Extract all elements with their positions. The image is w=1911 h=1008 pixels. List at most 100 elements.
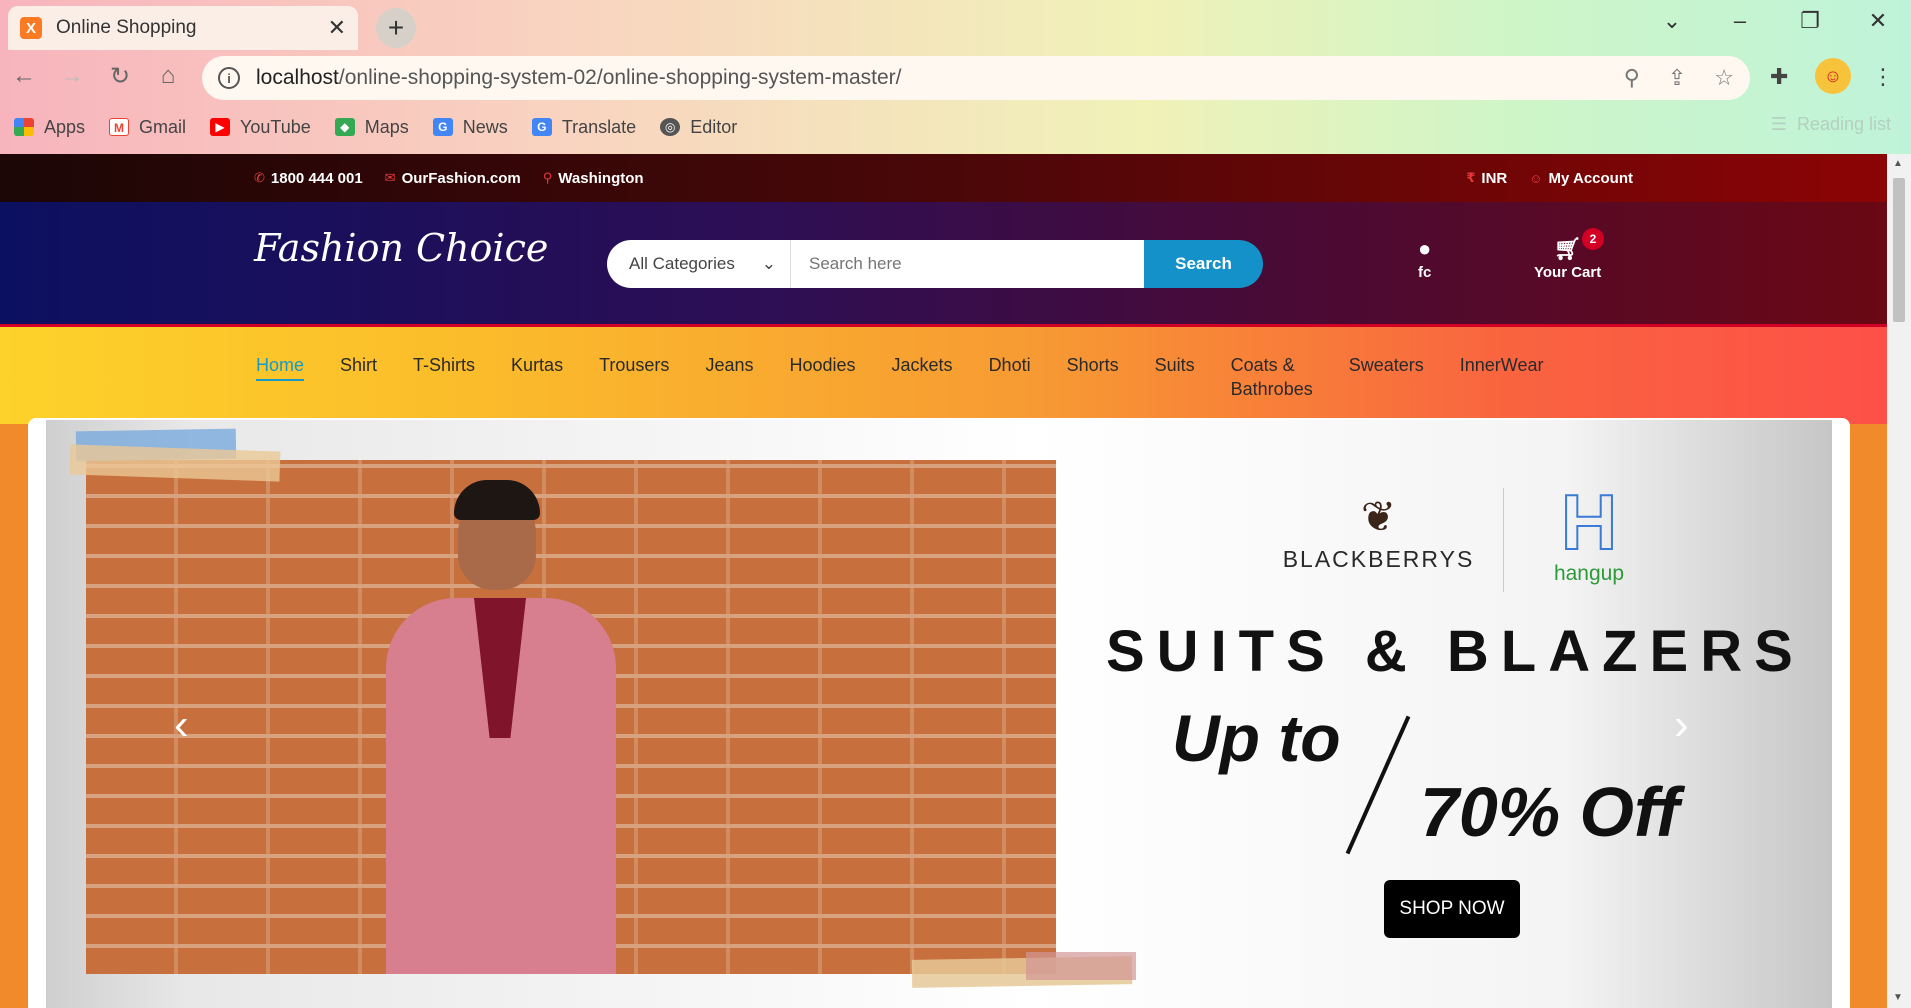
model-figure <box>376 480 626 974</box>
tape-decoration <box>1026 952 1136 980</box>
bookmark-label: YouTube <box>240 116 311 137</box>
browser-chrome: X Online Shopping ✕ + ⌄ – ❐ ✕ ← → ↻ ⌂ i … <box>0 0 1911 154</box>
nav-dhoti[interactable]: Dhoti <box>989 353 1031 401</box>
main-navigation: Home Shirt T-Shirts Kurtas Trousers Jean… <box>0 324 1887 424</box>
github-label: fc <box>1418 264 1432 281</box>
nav-jackets[interactable]: Jackets <box>892 353 953 401</box>
tab-search-chevron-icon[interactable]: ⌄ <box>1652 8 1692 34</box>
search-button[interactable]: Search <box>1144 240 1263 288</box>
scroll-up-icon[interactable]: ▲ <box>1893 158 1903 169</box>
bookmark-apps[interactable]: Apps <box>14 117 85 138</box>
phone-icon: ✆ <box>254 170 265 185</box>
nav-shirt[interactable]: Shirt <box>340 353 377 401</box>
close-tab-icon[interactable]: ✕ <box>328 15 346 41</box>
envelope-icon: ✉ <box>384 170 396 185</box>
restore-button[interactable]: ❐ <box>1790 8 1830 34</box>
nav-coats-bathrobes[interactable]: Coats & Bathrobes <box>1231 353 1313 401</box>
nav-hoodies[interactable]: Hoodies <box>789 353 855 401</box>
nav-shorts[interactable]: Shorts <box>1067 353 1119 401</box>
new-tab-button[interactable]: + <box>376 8 416 48</box>
nav-jeans[interactable]: Jeans <box>705 353 753 401</box>
github-link[interactable]: ● fc <box>1418 236 1431 281</box>
address-bar[interactable]: i localhost/online-shopping-system-02/on… <box>202 56 1750 100</box>
nav-trousers[interactable]: Trousers <box>599 353 669 401</box>
bookmark-youtube[interactable]: ▶ YouTube <box>210 117 311 138</box>
scroll-thumb[interactable] <box>1893 178 1905 322</box>
bookmark-star-icon[interactable]: ☆ <box>1714 65 1734 91</box>
banner-offer: 70% Off <box>1420 773 1680 851</box>
shop-now-button[interactable]: SHOP NOW <box>1384 880 1520 938</box>
reading-list-icon: ☰ <box>1770 114 1787 134</box>
nav-tshirts[interactable]: T-Shirts <box>413 353 475 401</box>
youtube-icon: ▶ <box>210 118 231 136</box>
url-text[interactable]: localhost/online-shopping-system-02/onli… <box>256 66 901 90</box>
site-header: Fashion Choice All Categories ⌄ Search ● … <box>0 202 1887 324</box>
browser-tab[interactable]: X Online Shopping ✕ <box>8 6 358 50</box>
bookmark-label: News <box>462 116 508 137</box>
share-icon[interactable]: ⇪ <box>1668 65 1686 91</box>
cart-label: Your Cart <box>1534 264 1602 281</box>
profile-avatar[interactable]: ☺ <box>1815 58 1851 94</box>
site-info-icon[interactable]: i <box>218 67 240 89</box>
category-selected: All Categories <box>629 254 735 273</box>
back-arrow-icon[interactable]: ← <box>6 62 42 90</box>
carousel-next-icon[interactable]: › <box>1674 700 1689 750</box>
email-text: OurFashion.com <box>401 169 521 187</box>
search-form: All Categories ⌄ Search <box>607 240 1263 288</box>
hangup-mark: H <box>1560 478 1618 566</box>
blackberrys-text: BLACKBERRYS <box>1282 546 1475 572</box>
zoom-icon[interactable]: ⚲ <box>1624 65 1640 91</box>
web-page: ✆ 1800 444 001 ✉ OurFashion.com ⚲ Washingto… <box>0 154 1887 1008</box>
currency-link[interactable]: ₹ INR <box>1466 170 1507 187</box>
my-account-link[interactable]: ☺ My Account <box>1529 170 1633 187</box>
category-select[interactable]: All Categories ⌄ <box>607 240 791 288</box>
carousel-prev-icon[interactable]: ‹ <box>174 700 189 750</box>
extensions-puzzle-icon[interactable]: ✚ <box>1770 64 1788 90</box>
nav-kurtas[interactable]: Kurtas <box>511 353 563 401</box>
hero-carousel: ‹ › ❦ BLACKBERRYS H hangup SUITS & BLAZE… <box>46 420 1832 1008</box>
reading-list-button[interactable]: ☰ Reading list <box>1771 114 1891 135</box>
bird-icon: ❦ <box>1360 493 1397 540</box>
banner-headline: SUITS & BLAZERS <box>1106 619 1805 684</box>
url-path: /online-shopping-system-02/online-shoppi… <box>338 66 902 89</box>
bookmark-translate[interactable]: G Translate <box>531 117 636 138</box>
nav-coats-line2: Bathrobes <box>1230 379 1313 399</box>
rupee-icon: ₹ <box>1466 170 1476 185</box>
nav-coats-line1: Coats & <box>1230 355 1295 375</box>
scroll-down-icon[interactable]: ▼ <box>1893 992 1903 1003</box>
site-logo[interactable]: Fashion Choice <box>254 226 548 270</box>
banner-slash <box>1345 715 1411 855</box>
page-scrollbar[interactable]: ▲ ▼ <box>1887 154 1911 1008</box>
nav-sweaters[interactable]: Sweaters <box>1349 353 1424 401</box>
nav-innerwear[interactable]: InnerWear <box>1460 353 1544 401</box>
menu-kebab-icon[interactable]: ⋮ <box>1872 64 1894 90</box>
forward-arrow-icon[interactable]: → <box>54 62 90 90</box>
bookmark-gmail[interactable]: M Gmail <box>109 117 186 138</box>
phone-link[interactable]: ✆ 1800 444 001 <box>254 170 363 187</box>
search-input[interactable] <box>791 240 1144 288</box>
email-link[interactable]: ✉ OurFashion.com <box>385 170 521 187</box>
apps-grid-icon <box>14 118 34 136</box>
bookmark-label: Gmail <box>139 116 187 137</box>
hangup-logo: H hangup <box>1524 478 1654 586</box>
close-window-button[interactable]: ✕ <box>1858 8 1898 34</box>
nav-home[interactable]: Home <box>256 353 305 381</box>
blackberrys-logo: ❦ BLACKBERRYS <box>1254 488 1504 592</box>
nav-suits[interactable]: Suits <box>1155 353 1195 401</box>
translate-icon: G <box>531 118 552 136</box>
minimize-button[interactable]: – <box>1720 8 1760 34</box>
bookmark-editor[interactable]: ◎ Editor <box>660 117 737 138</box>
cart-link[interactable]: 🛒︎ 2 Your Cart <box>1534 228 1604 281</box>
reading-list-label: Reading list <box>1796 114 1891 134</box>
top-info-bar: ✆ 1800 444 001 ✉ OurFashion.com ⚲ Washingto… <box>0 154 1887 202</box>
bookmark-maps[interactable]: ◆ Maps <box>334 117 409 138</box>
bookmark-news[interactable]: G News <box>432 116 508 138</box>
url-host: localhost <box>256 66 339 89</box>
cart-count-badge: 2 <box>1582 228 1604 250</box>
xampp-favicon-icon: X <box>20 17 42 39</box>
globe-icon: ◎ <box>660 118 681 136</box>
reload-icon[interactable]: ↻ <box>102 62 138 91</box>
currency-text: INR <box>1481 169 1508 187</box>
location-link[interactable]: ⚲ Washington <box>543 170 644 187</box>
home-icon[interactable]: ⌂ <box>150 62 186 90</box>
